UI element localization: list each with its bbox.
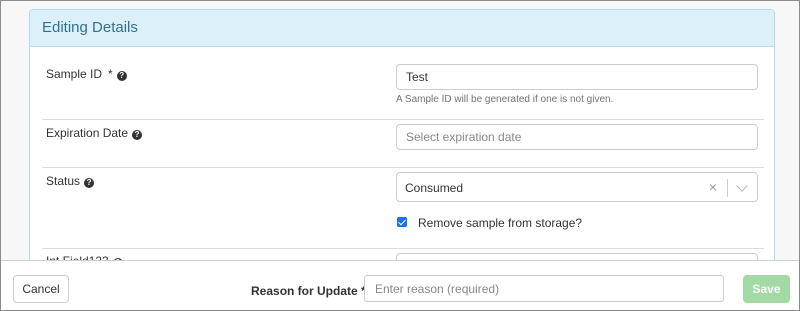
reason-input[interactable] (364, 275, 724, 302)
status-select[interactable]: Consumed × (396, 172, 758, 202)
modal-footer: Cancel Reason for Update * Save (1, 260, 799, 310)
expiration-date-label: Expiration Date? (46, 126, 143, 140)
remove-from-storage-checkbox[interactable] (397, 217, 407, 227)
expiration-date-row: Expiration Date? (42, 120, 764, 168)
sample-id-row: Sample ID *? A Sample ID will be generate… (42, 47, 764, 120)
editing-details-panel: Editing Details Sample ID *? A Sample ID … (29, 9, 775, 269)
remove-from-storage-label[interactable]: Remove sample from storage? (418, 216, 582, 230)
help-icon[interactable]: ? (84, 178, 95, 188)
cancel-button[interactable]: Cancel (13, 275, 69, 303)
sample-id-label-text: Sample ID (46, 67, 103, 81)
chevron-down-icon[interactable] (736, 180, 748, 192)
help-icon[interactable]: ? (116, 71, 127, 81)
status-label-text: Status (46, 174, 81, 188)
sample-id-label: Sample ID *? (46, 67, 127, 81)
sample-id-hint: A Sample ID will be generated if one is … (396, 94, 614, 105)
reason-for-update-label: Reason for Update * (251, 284, 366, 298)
save-button[interactable]: Save (743, 275, 790, 303)
help-icon[interactable]: ? (132, 130, 143, 140)
status-row: Status? Consumed × Remove sample from st… (42, 168, 764, 249)
status-select-value: Consumed (405, 181, 464, 195)
status-label: Status? (46, 174, 95, 188)
expiration-date-input[interactable] (396, 124, 758, 150)
sample-id-input[interactable] (396, 64, 758, 90)
panel-title: Editing Details (30, 10, 774, 47)
expiration-date-label-text: Expiration Date (46, 126, 129, 140)
required-marker: * (108, 67, 113, 81)
clear-icon[interactable]: × (709, 179, 717, 195)
select-separator (727, 179, 728, 197)
